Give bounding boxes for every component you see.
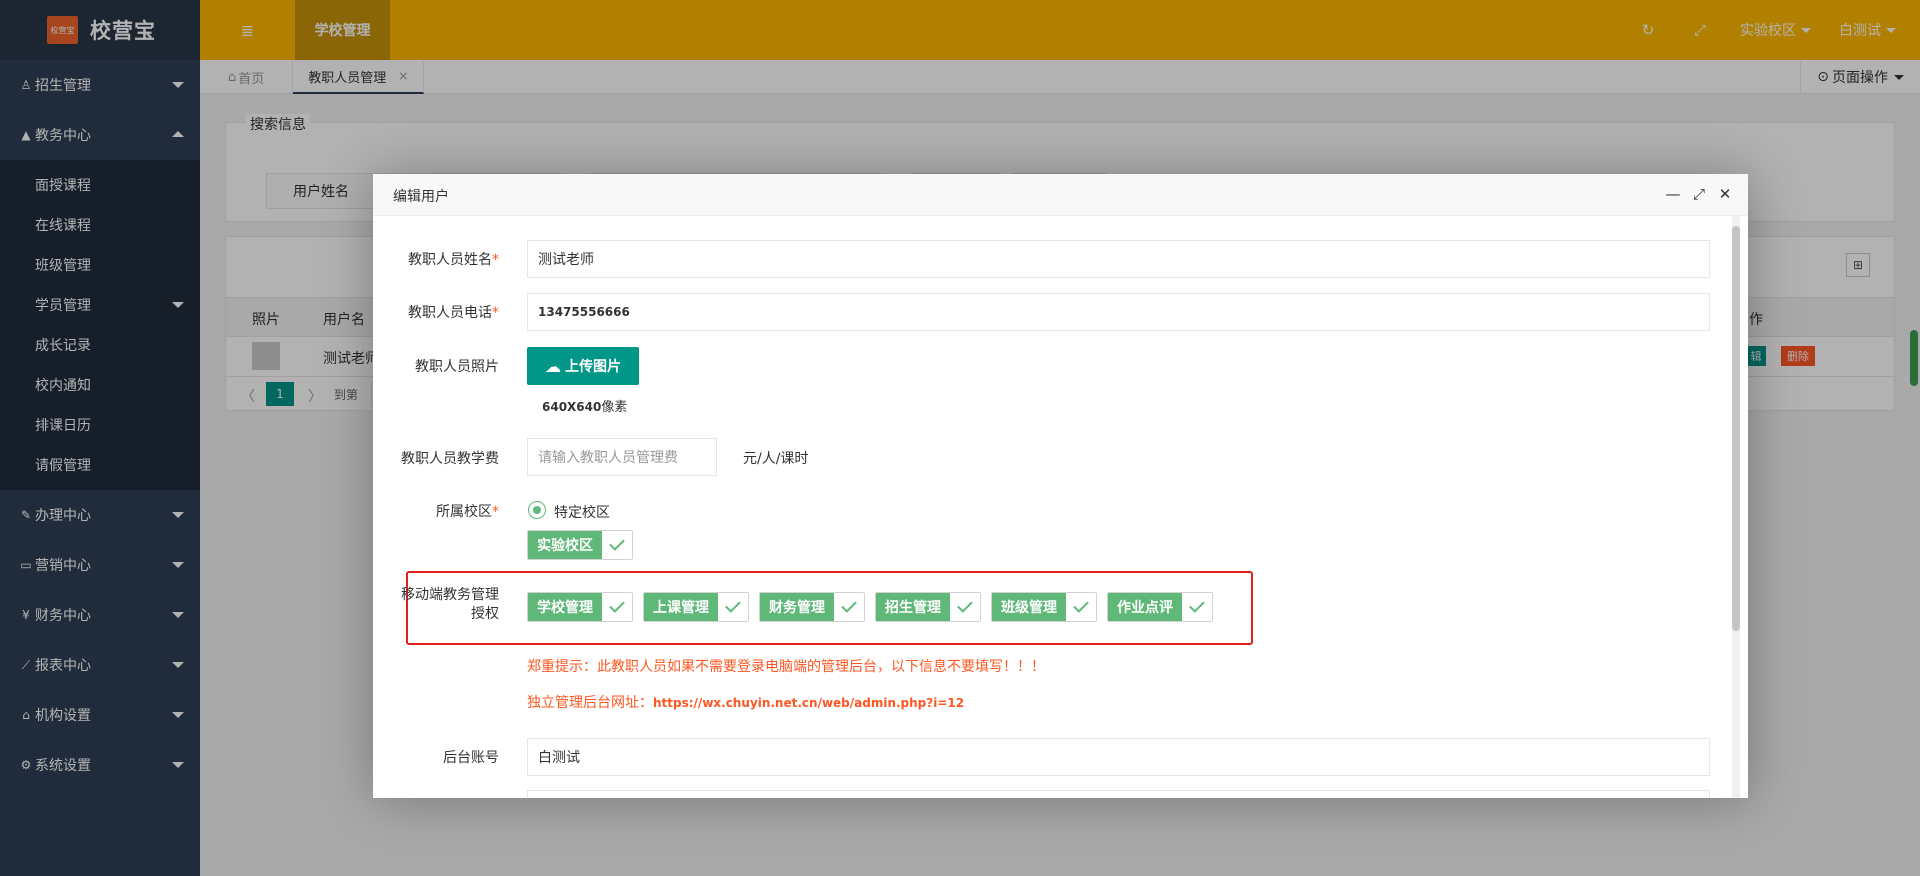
photo-size-value: 640X640 [542,400,602,414]
checkmark-icon [602,593,632,621]
specific-campus-label: 特定校区 [554,505,610,521]
required-mark: * [492,504,499,520]
name-label: 教职人员姓名* [389,249,499,269]
warning-text: 郑重提示：此教职人员如果不需要登录电脑端的管理后台，以下信息不要填写！！！ [527,659,1045,675]
campus-label: 所属校区* [389,501,499,521]
modal-form: 教职人员姓名* 测试老师 教职人员电话* 13475556666 教职人员照片 … [389,232,1715,798]
checkbox-label: 上课管理 [644,593,718,621]
checkmark-icon [834,593,864,621]
mobile-auth-label: 移动端教务管理 授权 [389,586,499,624]
required-mark: * [492,305,499,321]
checkmark-icon [718,593,748,621]
checkbox-label: 实验校区 [528,531,602,559]
checkbox-label: 财务管理 [760,593,834,621]
modal-controls: — ⤢ ✕ [1660,185,1738,203]
required-mark: * [492,252,499,268]
cloud-upload-icon: ☁ [545,356,561,376]
fee-unit: 元/人/课时 [743,451,809,467]
campus-label-text: 所属校区 [436,504,492,520]
auth-checkbox-school[interactable]: 学校管理 [527,592,633,622]
edit-user-modal: 编辑用户 — ⤢ ✕ 教职人员姓名* 测试老师 教职人员电话* 13475556… [373,174,1748,798]
maximize-icon[interactable]: ⤢ [1686,185,1712,203]
phone-label: 教职人员电话* [389,302,499,322]
admin-url-line: 独立管理后台网址：https://wx.chuyin.net.cn/web/ad… [527,692,964,712]
photo-size-unit: 像素 [601,400,628,415]
account-input[interactable]: 白测试 [527,738,1710,776]
checkbox-label: 招生管理 [876,593,950,621]
minimize-icon[interactable]: — [1660,185,1686,203]
modal-title: 编辑用户 [393,189,449,205]
checkmark-icon [1066,593,1096,621]
mobile-auth-label-line2: 授权 [471,606,499,622]
photo-size-hint: 640X640像素 [542,396,627,415]
checkbox-label: 作业点评 [1108,593,1182,621]
account-label: 后台账号 [443,750,499,766]
checkmark-icon [602,531,632,559]
upload-image-button[interactable]: ☁ 上传图片 [527,347,639,385]
phone-label-text: 教职人员电话 [408,305,492,321]
close-icon[interactable]: ✕ [1712,185,1738,203]
photo-label: 教职人员照片 [415,359,499,375]
upload-label: 上传图片 [565,359,621,375]
fee-label: 教职人员教学费 [401,451,499,467]
next-input[interactable] [527,790,1710,798]
checkbox-label: 班级管理 [992,593,1066,621]
auth-checkbox-finance[interactable]: 财务管理 [759,592,865,622]
checkmark-icon [1182,593,1212,621]
modal-header: 编辑用户 — ⤢ ✕ [373,174,1748,216]
specific-campus-radio[interactable] [528,501,546,519]
auth-checkbox-class-session[interactable]: 上课管理 [643,592,749,622]
checkmark-icon [950,593,980,621]
admin-url-link[interactable]: https://wx.chuyin.net.cn/web/admin.php?i… [653,696,964,710]
modal-scrollbar[interactable] [1732,216,1740,798]
auth-checkbox-homework[interactable]: 作业点评 [1107,592,1213,622]
modal-scrollbar-thumb[interactable] [1732,226,1740,631]
auth-checkbox-class[interactable]: 班级管理 [991,592,1097,622]
name-input[interactable]: 测试老师 [527,240,1710,278]
fee-input[interactable]: 请输入教职人员管理费 [527,438,717,476]
mobile-auth-label-line1: 移动端教务管理 [401,587,499,603]
admin-url-label: 独立管理后台网址： [527,695,653,711]
phone-input[interactable]: 13475556666 [527,293,1710,331]
name-label-text: 教职人员姓名 [408,252,492,268]
campus-checkbox[interactable]: 实验校区 [527,530,633,560]
checkbox-label: 学校管理 [528,593,602,621]
auth-checkbox-enrollment[interactable]: 招生管理 [875,592,981,622]
